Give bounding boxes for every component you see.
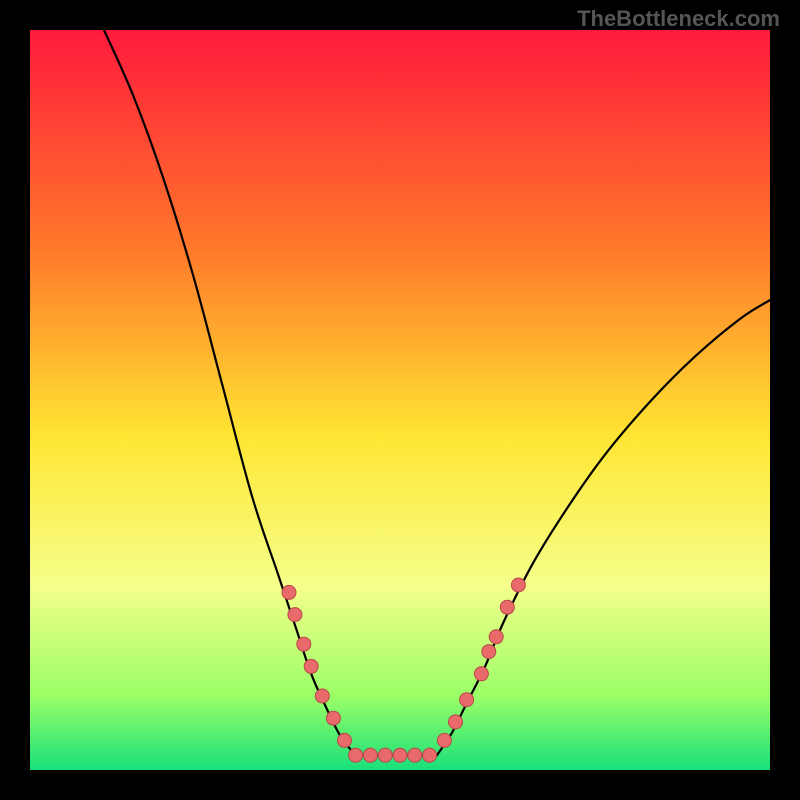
data-dot	[326, 711, 340, 725]
data-dot	[489, 630, 503, 644]
data-dot	[474, 667, 488, 681]
data-dot	[378, 748, 392, 762]
data-dot	[304, 659, 318, 673]
gradient-bg	[30, 30, 770, 770]
data-dot	[500, 600, 514, 614]
data-dot	[408, 748, 422, 762]
data-dot	[449, 715, 463, 729]
chart-svg	[30, 30, 770, 770]
data-dot	[393, 748, 407, 762]
data-dot	[349, 748, 363, 762]
data-dot	[482, 645, 496, 659]
plot-area	[30, 30, 770, 770]
data-dot	[288, 608, 302, 622]
chart-frame: TheBottleneck.com	[0, 0, 800, 800]
data-dot	[297, 637, 311, 651]
data-dot	[437, 733, 451, 747]
data-dot	[338, 733, 352, 747]
data-dot	[315, 689, 329, 703]
data-dot	[282, 585, 296, 599]
data-dot	[363, 748, 377, 762]
watermark-text: TheBottleneck.com	[577, 6, 780, 32]
data-dot	[511, 578, 525, 592]
data-dot	[423, 748, 437, 762]
data-dot	[460, 693, 474, 707]
